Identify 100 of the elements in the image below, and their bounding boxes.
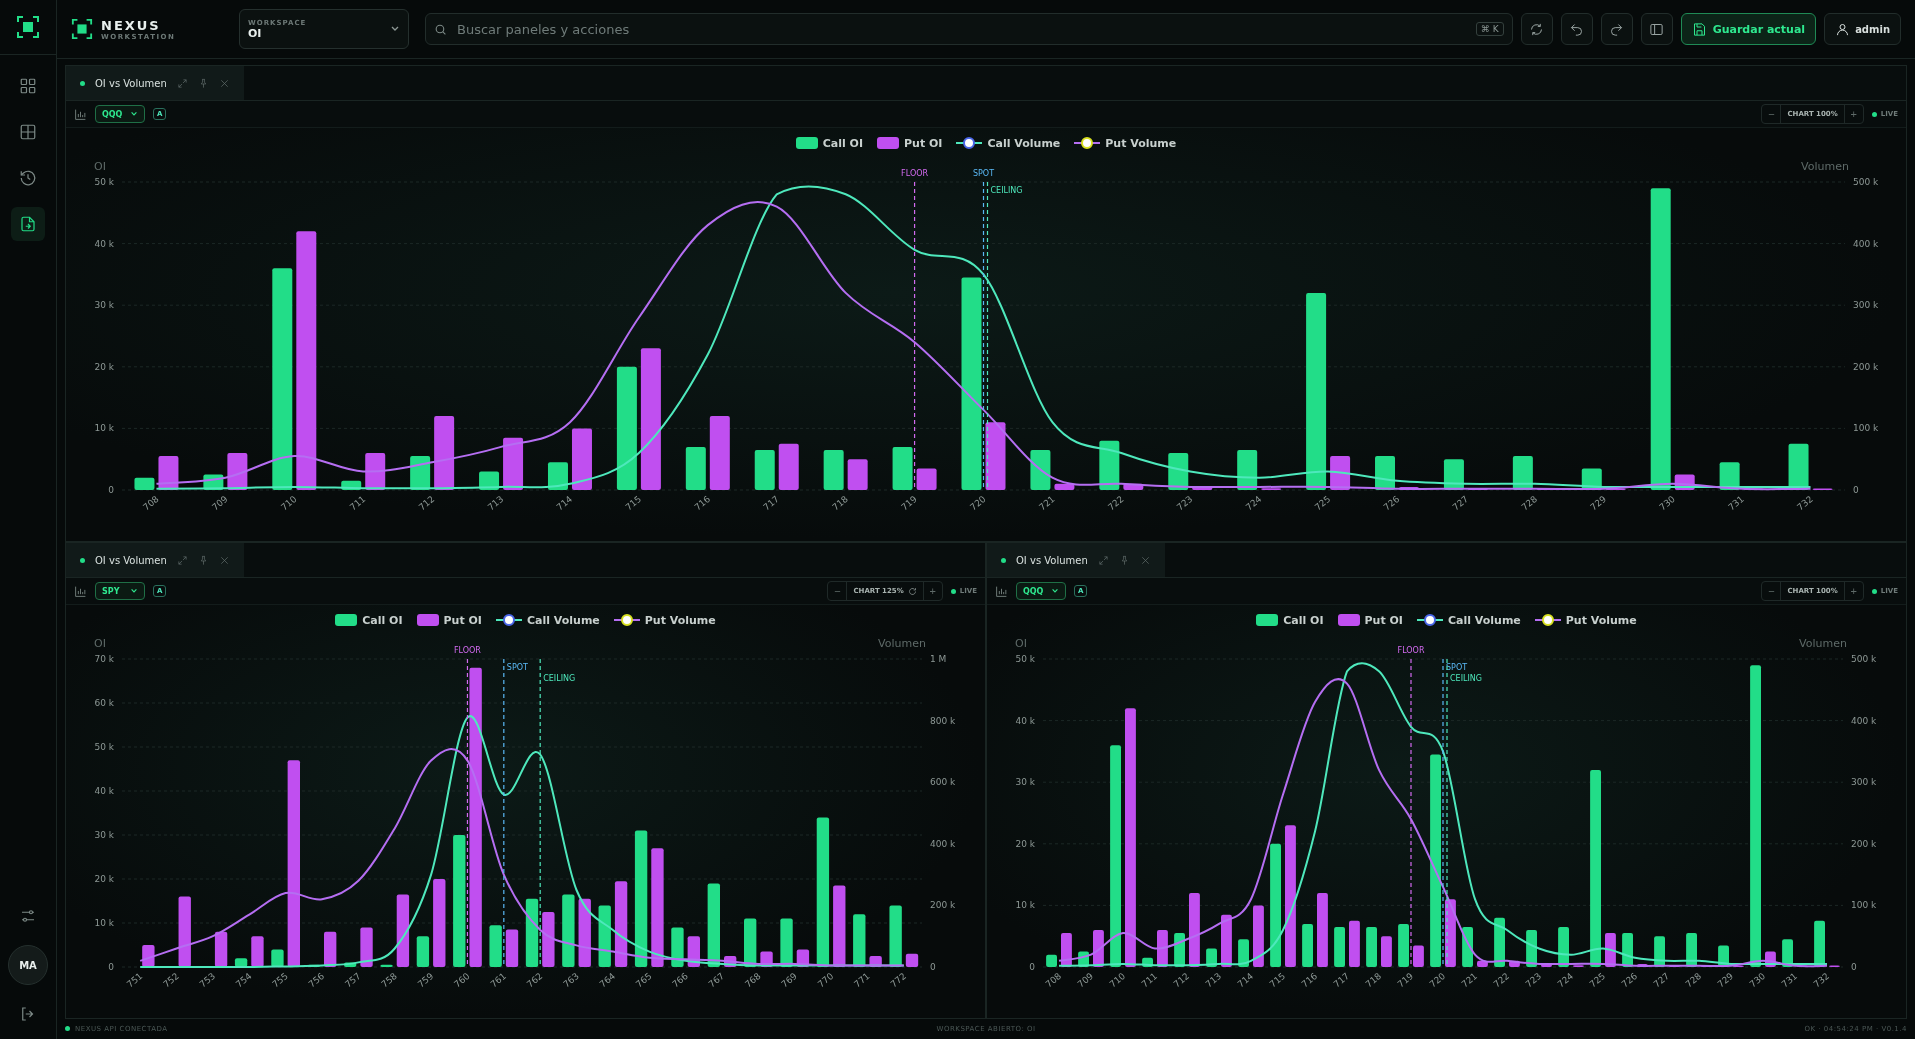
axis-tick-label: 715 bbox=[1267, 970, 1288, 990]
legend-label: Call OI bbox=[1283, 613, 1324, 627]
axis-tick-label: 752 bbox=[161, 970, 181, 990]
marker-label: SPOT bbox=[972, 169, 995, 178]
legend-label: Call Volume bbox=[526, 613, 600, 627]
axis-tick-label: 772 bbox=[888, 970, 909, 990]
axis-tick-label: 723 bbox=[1174, 493, 1195, 513]
axis-tick-label: 40 k bbox=[94, 238, 114, 249]
axis-tick-label: 400 k bbox=[1851, 715, 1877, 726]
axis-tick-label: 500 k bbox=[1853, 177, 1879, 187]
axis-tick-label: 720 bbox=[968, 493, 988, 513]
axis-tick-label: 100 k bbox=[1851, 900, 1877, 911]
axis-title: OI bbox=[94, 637, 106, 650]
axis-tick-label: 10 k bbox=[94, 918, 114, 928]
axis-tick-label: 754 bbox=[233, 970, 254, 990]
axis-tick-label: 0 bbox=[108, 485, 114, 495]
axis-tick-label: 724 bbox=[1243, 493, 1264, 513]
axis-tick-label: 722 bbox=[1491, 970, 1512, 990]
axis-tick-label: 723 bbox=[1523, 970, 1544, 990]
axis-tick-label: 760 bbox=[452, 970, 472, 990]
axis-tick-label: 762 bbox=[524, 970, 545, 990]
axis-title: Volumen bbox=[1801, 160, 1849, 173]
legend-label: Put Volume bbox=[1105, 136, 1177, 150]
axis-tick-label: 600 k bbox=[930, 777, 956, 788]
axis-tick-label: 0 bbox=[930, 962, 936, 972]
axis-tick-label: 50 k bbox=[94, 742, 114, 752]
axis-tick-label: 720 bbox=[1427, 970, 1448, 990]
axis-tick-label: 729 bbox=[1588, 493, 1609, 513]
axis-tick-label: 719 bbox=[1395, 970, 1416, 990]
axis-tick-label: 200 k bbox=[1853, 361, 1879, 372]
axis-tick-label: 729 bbox=[1715, 970, 1736, 990]
axis-tick-label: 712 bbox=[1171, 970, 1192, 990]
axis-tick-label: 800 k bbox=[930, 715, 956, 726]
axis-tick-label: 767 bbox=[706, 970, 727, 990]
axis-tick-label: 721 bbox=[1459, 970, 1480, 990]
axis-tick-label: 713 bbox=[485, 493, 506, 513]
axis-tick-label: 30 k bbox=[94, 830, 114, 840]
legend-label: Call OI bbox=[822, 136, 863, 150]
axis-tick-label: 717 bbox=[1331, 970, 1352, 990]
marker-label: SPOT bbox=[1446, 663, 1468, 672]
axis-tick-label: 712 bbox=[416, 493, 437, 513]
axis-tick-label: 759 bbox=[415, 970, 436, 990]
axis-tick-label: 500 k bbox=[1851, 654, 1877, 664]
legend-label: Call OI bbox=[362, 613, 403, 627]
axis-tick-label: 731 bbox=[1779, 970, 1800, 990]
legend-label: Put OI bbox=[904, 136, 943, 150]
axis-tick-label: 10 k bbox=[94, 423, 114, 434]
axis-tick-label: 20 k bbox=[94, 361, 114, 372]
axis-title: OI bbox=[1015, 637, 1027, 650]
axis-tick-label: 730 bbox=[1657, 493, 1677, 513]
axis-tick-label: 769 bbox=[779, 970, 799, 990]
axis-tick-label: 718 bbox=[1363, 970, 1384, 990]
axis-tick-label: 751 bbox=[124, 970, 145, 990]
marker-label: FLOOR bbox=[901, 169, 929, 178]
axis-tick-label: 20 k bbox=[94, 874, 114, 884]
axis-title: OI bbox=[94, 160, 106, 173]
axis-tick-label: 770 bbox=[815, 970, 836, 990]
axis-tick-label: 732 bbox=[1795, 493, 1815, 513]
axis-tick-label: 756 bbox=[306, 970, 327, 990]
axis-tick-label: 764 bbox=[597, 970, 618, 990]
axis-tick-label: 300 k bbox=[1851, 777, 1877, 788]
axis-tick-label: 0 bbox=[1029, 962, 1035, 972]
axis-tick-label: 200 k bbox=[1851, 838, 1877, 849]
legend-label: Call Volume bbox=[1447, 613, 1521, 627]
axis-tick-label: 766 bbox=[670, 970, 690, 990]
axis-tick-label: 726 bbox=[1619, 970, 1640, 990]
legend-label: Put OI bbox=[443, 613, 482, 627]
axis-tick-label: 758 bbox=[379, 970, 399, 990]
tab-title: OI vs Volumen bbox=[95, 77, 167, 89]
axis-tick-label: 709 bbox=[1075, 970, 1096, 990]
marker-label: CEILING bbox=[990, 186, 1023, 195]
axis-tick-label: 755 bbox=[270, 970, 290, 990]
axis-title: Volumen bbox=[1799, 637, 1847, 650]
legend-label: Put Volume bbox=[1565, 613, 1637, 627]
axis-tick-label: 30 k bbox=[1015, 777, 1035, 788]
axis-tick-label: 70 k bbox=[94, 654, 114, 664]
axis-tick-label: 400 k bbox=[1853, 238, 1879, 249]
axis-tick-label: 20 k bbox=[1015, 838, 1035, 849]
axis-tick-label: 761 bbox=[488, 970, 509, 990]
axis-tick-label: 728 bbox=[1519, 493, 1540, 513]
axis-tick-label: 768 bbox=[743, 970, 763, 990]
legend-label: Put OI bbox=[1364, 613, 1403, 627]
axis-tick-label: 725 bbox=[1587, 970, 1608, 990]
axis-tick-label: 708 bbox=[141, 493, 161, 513]
axis-tick-label: 724 bbox=[1555, 970, 1576, 990]
axis-tick-label: 400 k bbox=[930, 838, 956, 849]
legend-label: Call Volume bbox=[987, 136, 1061, 150]
axis-tick-label: 713 bbox=[1203, 970, 1224, 990]
axis-tick-label: 30 k bbox=[94, 300, 114, 311]
brand-name: NEXUS bbox=[101, 17, 162, 33]
axis-tick-label: 731 bbox=[1726, 493, 1746, 513]
axis-tick-label: 715 bbox=[623, 493, 644, 513]
axis-tick-label: 753 bbox=[197, 970, 218, 990]
axis-tick-label: 100 k bbox=[1853, 423, 1879, 434]
marker-label: CEILING bbox=[1450, 674, 1482, 683]
axis-tick-label: 40 k bbox=[94, 786, 114, 796]
axis-tick-label: 60 k bbox=[94, 698, 114, 708]
axis-tick-label: 721 bbox=[1037, 493, 1057, 513]
axis-tick-label: 717 bbox=[761, 493, 782, 513]
axis-tick-label: 771 bbox=[852, 970, 872, 990]
